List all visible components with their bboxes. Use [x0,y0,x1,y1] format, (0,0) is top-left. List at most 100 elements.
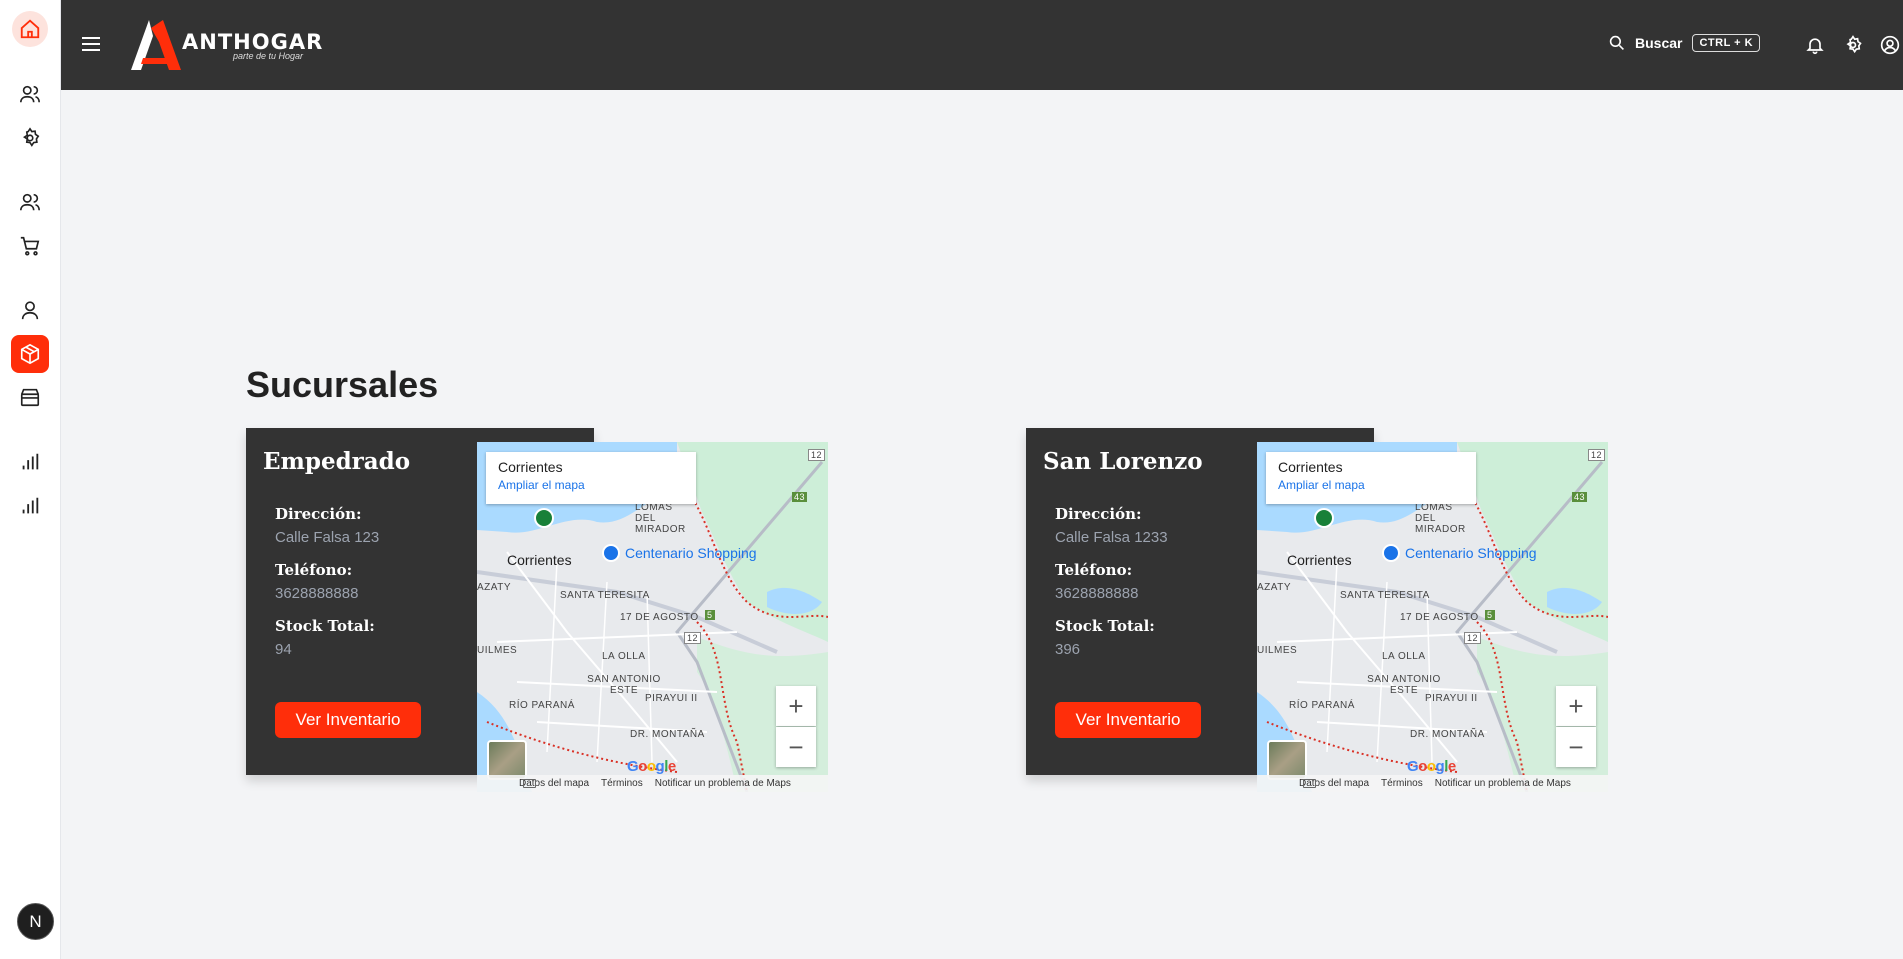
park-pin-icon[interactable] [1314,508,1334,528]
area-label: DR. MONTAÑA [630,729,705,740]
view-inventory-button[interactable]: Ver Inventario [275,702,421,738]
area-label: SANTA TERESITA [1340,590,1430,601]
store-icon[interactable] [11,378,49,416]
branch-card: San Lorenzo Dirección: Calle Falsa 1233 … [1026,428,1608,792]
bell-icon[interactable] [1804,34,1826,56]
logo-mark-icon [131,20,181,70]
route-shield: 5 [1485,610,1495,620]
area-label: 17 DE AGOSTO [1400,612,1479,623]
google-logo: Google [1407,758,1456,775]
area-label: UILMES [1257,645,1298,656]
stock-label: Stock Total: [1055,617,1155,635]
area-label: LOMAS DEL MIRADOR [1415,502,1466,535]
route-shield: 12 [1588,449,1606,461]
route-shield: 12 [808,449,826,461]
reports-icon[interactable] [11,487,49,525]
keyboard-icon[interactable] [523,779,536,788]
area-label: DR. MONTAÑA [1410,729,1485,740]
zoom-in-button[interactable]: + [776,686,816,726]
keyboard-icon[interactable] [1303,779,1316,788]
phone-label: Teléfono: [275,561,353,579]
map-place-card: Corrientes Ampliar el mapa [1266,452,1476,504]
shopping-pin-icon [1382,544,1400,562]
map-place-card: Corrientes Ampliar el mapa [486,452,696,504]
users-icon[interactable] [11,75,49,113]
address-label: Dirección: [1055,505,1142,523]
shopping-pin-icon [602,544,620,562]
phone-value: 3628888888 [1055,585,1139,602]
cart-icon[interactable] [11,227,49,265]
terms-link[interactable]: Términos [1381,778,1423,789]
enlarge-map-link[interactable]: Ampliar el mapa [1278,478,1464,492]
gear-icon[interactable] [1842,34,1864,56]
customers-icon[interactable] [11,183,49,221]
map-city-label: Corrientes [507,552,572,568]
user-icon[interactable] [11,291,49,329]
stock-value: 94 [275,641,292,658]
address-value: Calle Falsa 123 [275,529,380,546]
logo-tagline: parte de tu Hogar [233,51,304,61]
area-label: 17 DE AGOSTO [620,612,699,623]
park-pin-icon[interactable] [534,508,554,528]
area-label: UILMES [477,645,518,656]
report-problem-link[interactable]: Notificar un problema de Maps [655,778,791,789]
menu-icon[interactable] [81,34,101,54]
search-shortcut: CTRL + K [1692,34,1761,52]
address-value: Calle Falsa 1233 [1055,529,1168,546]
map-type-toggle[interactable] [487,740,527,780]
google-logo: Google [627,758,676,775]
map-type-toggle[interactable] [1267,740,1307,780]
report-problem-link[interactable]: Notificar un problema de Maps [1435,778,1571,789]
area-label: PIRAYUI II [645,693,698,704]
route-shield: 43 [1572,492,1588,502]
route-shield: 5 [705,610,715,620]
map-city-label: Corrientes [1287,552,1352,568]
area-label: LA OLLA [602,651,646,662]
branch-name: San Lorenzo [1043,448,1203,475]
map-place-title: Corrientes [498,459,563,475]
area-label: LOMAS DEL MIRADOR [635,502,686,535]
shop-label: Centenario Shopping [625,545,757,561]
settings-icon[interactable] [11,119,49,157]
profile-icon[interactable] [1879,34,1901,56]
area-label: LA OLLA [1382,651,1426,662]
area-label: RÍO PARANÁ [509,700,575,711]
search-button[interactable]: Buscar CTRL + K [1609,34,1761,52]
stock-label: Stock Total: [275,617,375,635]
shop-marker[interactable]: Centenario Shopping [1382,544,1537,562]
phone-label: Teléfono: [1055,561,1133,579]
shop-label: Centenario Shopping [1405,545,1537,561]
zoom-out-button[interactable]: − [776,727,816,767]
phone-value: 3628888888 [275,585,359,602]
home-icon[interactable] [12,11,48,47]
shop-marker[interactable]: Centenario Shopping [602,544,757,562]
search-label: Buscar [1635,35,1683,51]
search-icon [1609,35,1624,50]
chart-icon[interactable] [11,443,49,481]
route-shield: 12 [1464,632,1482,644]
route-shield: 43 [792,492,808,502]
box-icon[interactable] [11,335,49,373]
view-inventory-button[interactable]: Ver Inventario [1055,702,1201,738]
avatar-initial: N [29,911,42,931]
area-label: AZATY [1257,582,1291,593]
zoom-in-button[interactable]: + [1556,686,1596,726]
branch-name: Empedrado [263,448,411,475]
sidebar: N [0,0,61,959]
branch-map[interactable]: Corrientes Centenario Shopping LOMAS DEL… [1257,442,1608,792]
area-label: AZATY [477,582,511,593]
branch-map[interactable]: Corrientes Centenario Shopping LOMAS DEL… [477,442,828,792]
zoom-out-button[interactable]: − [1556,727,1596,767]
enlarge-map-link[interactable]: Ampliar el mapa [498,478,684,492]
stock-value: 396 [1055,641,1081,658]
terms-link[interactable]: Términos [601,778,643,789]
area-label: SANTA TERESITA [560,590,650,601]
address-label: Dirección: [275,505,362,523]
route-shield: 12 [684,632,702,644]
avatar[interactable]: N [17,903,54,940]
map-place-title: Corrientes [1278,459,1343,475]
top-header: ANTHOGAR parte de tu Hogar Buscar CTRL +… [61,0,1903,90]
area-label: RÍO PARANÁ [1289,700,1355,711]
page-title: Sucursales [246,364,439,405]
area-label: PIRAYUI II [1425,693,1478,704]
